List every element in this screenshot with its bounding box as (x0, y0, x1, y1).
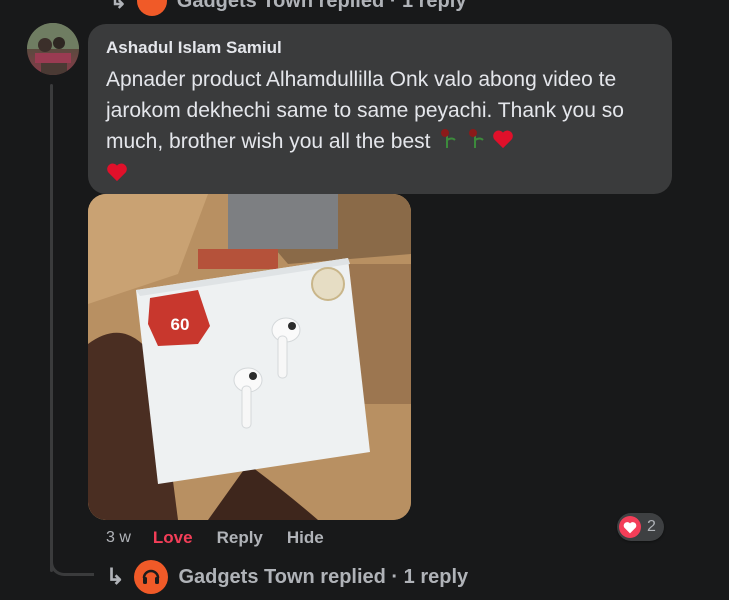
warranty-badge-text: 60 (171, 315, 190, 334)
red-heart-icon (492, 127, 514, 158)
reply-arrow-icon: ↳ (110, 0, 127, 13)
wilted-rose-icon (436, 126, 458, 159)
gadgets-town-avatar (136, 0, 167, 16)
thread-connector (50, 548, 94, 576)
comment-body: Apnader product Alhamdullilla Onk valo a… (106, 64, 654, 191)
wilted-rose-icon (464, 126, 486, 159)
comment-timestamp[interactable]: 3 w (106, 529, 131, 547)
comment-bubble: Ashadul Islam Samiul Apnader product Alh… (88, 24, 672, 194)
previous-replied-row[interactable]: ↳ Gadgets Town replied · 1 reply (110, 0, 466, 16)
view-replies-row[interactable]: ↳ Gadgets Town replied · 1 reply (106, 560, 468, 594)
previous-replied-text: Gadgets Town replied · 1 reply (176, 0, 467, 12)
comment-photo[interactable]: 60 (88, 194, 411, 520)
view-replies-text[interactable]: Gadgets Town replied · 1 reply (178, 566, 468, 589)
love-reaction-icon (619, 516, 641, 538)
gadgets-town-avatar (134, 560, 169, 594)
reply-arrow-icon: ↳ (106, 564, 125, 589)
comment-text: Apnader product Alhamdullilla Onk valo a… (106, 68, 624, 154)
red-heart-icon (106, 160, 128, 191)
love-button[interactable]: Love (153, 528, 193, 548)
thread-line (50, 84, 53, 572)
reaction-summary[interactable]: 2 (617, 513, 664, 541)
hide-button[interactable]: Hide (287, 528, 324, 548)
reply-button[interactable]: Reply (217, 528, 263, 548)
commenter-avatar[interactable] (27, 23, 79, 75)
reaction-count: 2 (647, 518, 656, 535)
comment-author[interactable]: Ashadul Islam Samiul (106, 38, 654, 58)
comment-actions: 3 w Love Reply Hide (106, 528, 348, 548)
